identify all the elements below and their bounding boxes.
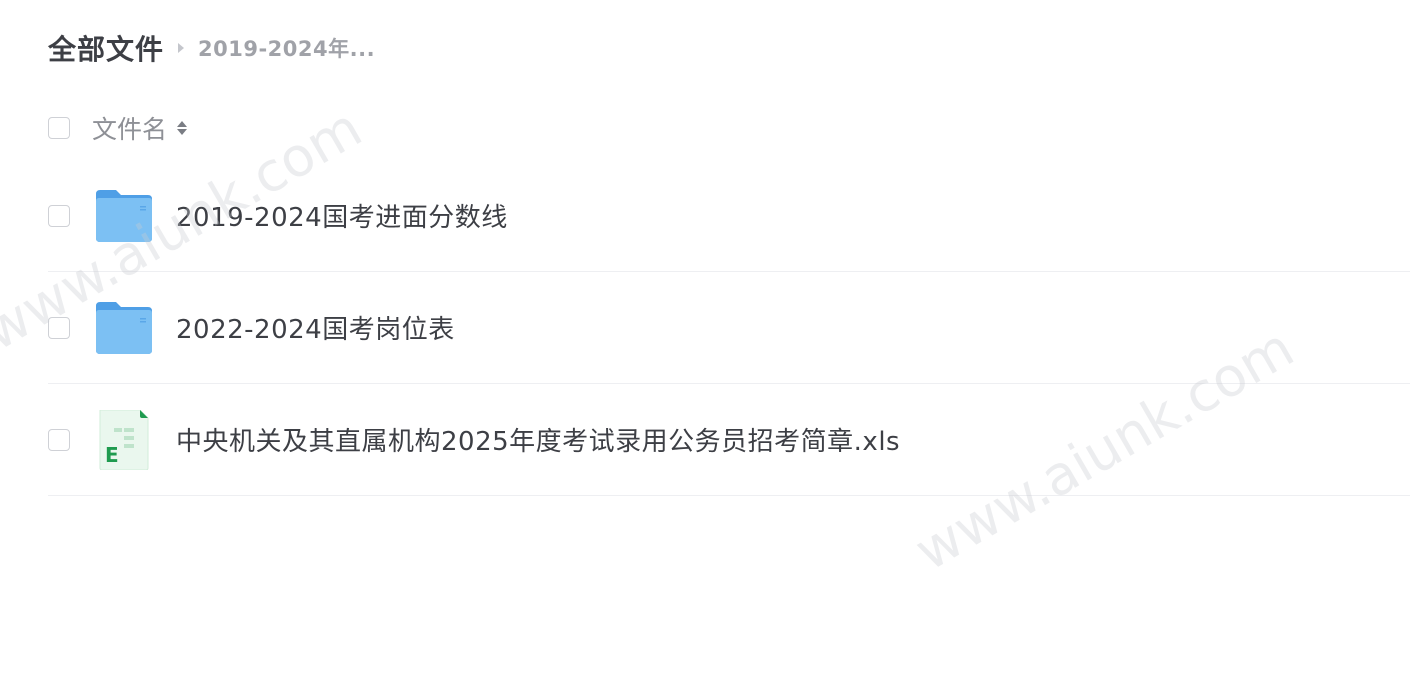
folder-icon bbox=[94, 186, 154, 246]
file-list: 2019-2024国考进面分数线 2022-2024国考岗位表 E 中央机关及其… bbox=[48, 160, 1410, 496]
list-item[interactable]: 2019-2024国考进面分数线 bbox=[48, 160, 1410, 272]
breadcrumb: 全部文件 2019-2024年... bbox=[48, 26, 375, 70]
breadcrumb-separator-icon bbox=[178, 43, 185, 53]
folder-icon bbox=[94, 298, 154, 358]
list-item[interactable]: E 中央机关及其直属机构2025年度考试录用公务员招考简章.xls bbox=[48, 384, 1410, 496]
breadcrumb-current[interactable]: 2019-2024年... bbox=[198, 33, 375, 63]
row-checkbox[interactable] bbox=[48, 316, 70, 339]
sort-icon[interactable] bbox=[177, 121, 188, 135]
list-header: 文件名 bbox=[48, 108, 188, 148]
row-checkbox[interactable] bbox=[48, 204, 70, 227]
row-checkbox[interactable] bbox=[48, 428, 70, 451]
list-item[interactable]: 2022-2024国考岗位表 bbox=[48, 272, 1410, 384]
select-all-checkbox[interactable] bbox=[48, 117, 70, 139]
file-name[interactable]: 中央机关及其直属机构2025年度考试录用公务员招考简章.xls bbox=[176, 421, 900, 458]
excel-file-icon: E bbox=[94, 409, 154, 470]
svg-text:E: E bbox=[105, 443, 119, 467]
file-browser: 全部文件 2019-2024年... 文件名 2019-2024国考进面分数线 bbox=[0, 0, 1410, 684]
column-header-name[interactable]: 文件名 bbox=[92, 110, 167, 146]
file-name[interactable]: 2019-2024国考进面分数线 bbox=[176, 197, 508, 234]
file-name[interactable]: 2022-2024国考岗位表 bbox=[176, 309, 455, 346]
breadcrumb-root[interactable]: 全部文件 bbox=[48, 28, 164, 68]
